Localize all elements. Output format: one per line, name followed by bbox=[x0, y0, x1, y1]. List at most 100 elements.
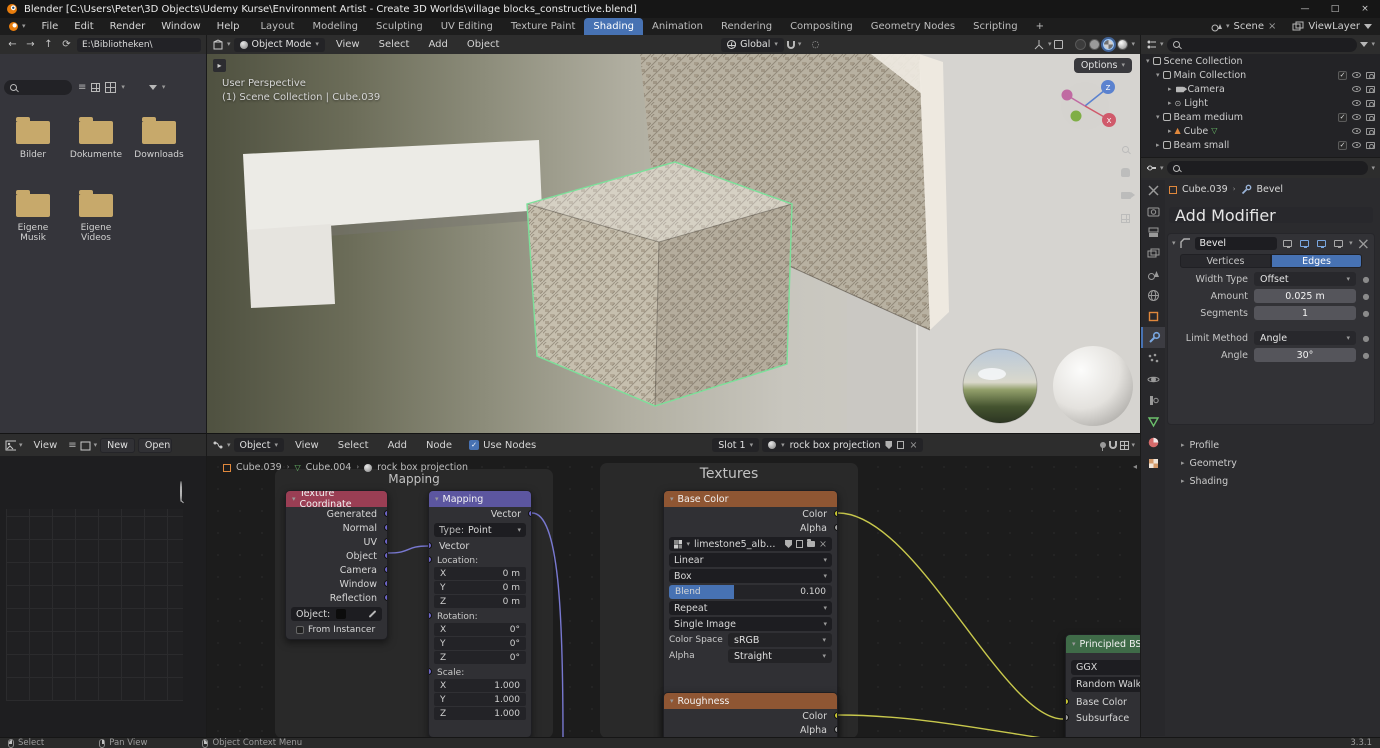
exclude-checkbox[interactable]: ✓ bbox=[1338, 113, 1347, 122]
xray-toggle-icon[interactable] bbox=[1054, 40, 1063, 49]
node-principled-bsdf[interactable]: ▾Principled BSDF GGX▾ Random Walk▾ Base … bbox=[1065, 634, 1140, 737]
subsurface-method-dropdown[interactable]: Random Walk▾ bbox=[1071, 677, 1140, 692]
use-nodes-checkbox[interactable]: ✓ Use Nodes bbox=[469, 440, 536, 451]
tab-texture-paint[interactable]: Texture Paint bbox=[502, 18, 585, 35]
editor-type-icon[interactable] bbox=[212, 39, 224, 51]
exclude-checkbox[interactable]: ✓ bbox=[1338, 71, 1347, 80]
folder-eigene-musik[interactable]: Eigene Musik bbox=[4, 190, 62, 243]
folder-eigene-videos[interactable]: Eigene Videos bbox=[67, 190, 125, 243]
tab-world[interactable] bbox=[1141, 285, 1165, 306]
image-browse-caret[interactable]: ▾ bbox=[94, 442, 98, 449]
viewport-camera-button[interactable] bbox=[1117, 187, 1134, 204]
menu-window[interactable]: Window bbox=[153, 18, 208, 35]
object-picker-field[interactable]: Object: bbox=[291, 607, 382, 621]
snap-icon[interactable] bbox=[1109, 441, 1117, 449]
shading-wireframe-button[interactable] bbox=[1075, 39, 1086, 50]
section-shading[interactable]: ▸Shading bbox=[1181, 476, 1228, 487]
render-toggle-icon[interactable] bbox=[1366, 142, 1375, 149]
socket-alpha-out[interactable] bbox=[834, 524, 838, 531]
hamburger-icon[interactable]: ≡ bbox=[68, 440, 76, 451]
editor-type-icon[interactable] bbox=[1146, 39, 1157, 50]
shading-material-button[interactable] bbox=[1103, 39, 1114, 50]
socket-object[interactable] bbox=[384, 552, 388, 559]
folder-downloads[interactable]: Downloads bbox=[130, 117, 188, 160]
extension-dropdown[interactable]: Repeat▾ bbox=[669, 601, 832, 615]
tab-modeling[interactable]: Modeling bbox=[303, 18, 367, 35]
fb-search-input[interactable] bbox=[4, 80, 72, 95]
hide-eye-icon[interactable] bbox=[1352, 100, 1361, 106]
mode-dropdown[interactable]: Object Mode▾ bbox=[234, 38, 325, 52]
socket-location[interactable] bbox=[428, 556, 432, 563]
shading-caret[interactable]: ▾ bbox=[1131, 41, 1135, 48]
tab-compositing[interactable]: Compositing bbox=[781, 18, 862, 35]
fb-path-input[interactable]: E:\Bibliotheken\ bbox=[77, 38, 201, 52]
tab-particles[interactable] bbox=[1141, 348, 1165, 369]
location-y-field[interactable]: Y0 m bbox=[434, 581, 526, 594]
add-modifier-dropdown[interactable]: Add Modifier bbox=[1169, 207, 1373, 223]
socket-uv[interactable] bbox=[384, 538, 388, 545]
distribution-dropdown[interactable]: GGX▾ bbox=[1071, 660, 1140, 675]
viewlayer-name[interactable]: ViewLayer bbox=[1308, 21, 1360, 32]
outliner-row-main-collection[interactable]: ▾ Main Collection ✓ bbox=[1141, 68, 1380, 82]
maximize-button[interactable]: □ bbox=[1320, 0, 1350, 18]
vp-menu-add[interactable]: Add bbox=[420, 36, 455, 53]
node-texture-coordinate[interactable]: ▾Texture Coordinate Generated Normal UV … bbox=[285, 490, 388, 640]
from-instancer-checkbox[interactable] bbox=[296, 626, 304, 634]
disclosure-caret[interactable]: ▸ bbox=[1168, 100, 1172, 107]
fb-display-caret[interactable]: ▾ bbox=[121, 84, 125, 91]
section-profile[interactable]: ▸Profile bbox=[1181, 440, 1219, 451]
tab-output[interactable] bbox=[1141, 222, 1165, 243]
projection-dropdown[interactable]: Box▾ bbox=[669, 569, 832, 583]
animate-dot[interactable]: ● bbox=[1362, 275, 1370, 284]
amount-field[interactable]: 0.025 m bbox=[1254, 289, 1356, 303]
location-z-field[interactable]: Z0 m bbox=[434, 595, 526, 608]
snap-magnet-icon[interactable] bbox=[787, 41, 795, 49]
interpolation-dropdown[interactable]: Linear▾ bbox=[669, 553, 832, 567]
tab-scene[interactable] bbox=[1141, 264, 1165, 285]
tab-tool[interactable] bbox=[1141, 180, 1165, 201]
hide-eye-icon[interactable] bbox=[1352, 142, 1361, 148]
collapse-caret[interactable]: ▾ bbox=[1072, 641, 1076, 648]
scene-browse-caret[interactable]: ▾ bbox=[1226, 23, 1230, 30]
socket-reflection[interactable] bbox=[384, 594, 388, 601]
from-instancer-row[interactable]: From Instancer bbox=[286, 623, 387, 637]
blend-slider[interactable]: Blend0.100 bbox=[669, 585, 832, 599]
viewport-pan-button[interactable] bbox=[1117, 164, 1134, 181]
snap-caret[interactable]: ▾ bbox=[798, 41, 802, 48]
outliner-row-cube[interactable]: ▸ ▲ Cube ▽ bbox=[1141, 124, 1380, 138]
ie-menu-view[interactable]: View bbox=[26, 437, 66, 454]
fake-user-shield-icon[interactable] bbox=[885, 441, 892, 449]
socket-normal[interactable] bbox=[384, 524, 388, 531]
tab-texture[interactable] bbox=[1141, 453, 1165, 474]
properties-filter-caret[interactable]: ▾ bbox=[1371, 165, 1375, 172]
collapse-caret[interactable]: ▾ bbox=[435, 496, 439, 503]
mapping-type-dropdown[interactable]: Type:Point▾ bbox=[434, 523, 526, 537]
disclosure-caret[interactable]: ▸ bbox=[1156, 142, 1160, 149]
viewport-zoom-button[interactable] bbox=[1117, 141, 1134, 158]
tab-physics[interactable] bbox=[1141, 369, 1165, 390]
tab-add-workspace[interactable]: + bbox=[1027, 18, 1053, 35]
hide-eye-icon[interactable] bbox=[1352, 114, 1361, 120]
modifier-delete-button[interactable]: × bbox=[1357, 234, 1370, 253]
source-dropdown[interactable]: Single Image▾ bbox=[669, 617, 832, 631]
disclosure-caret[interactable]: ▸ bbox=[1168, 128, 1172, 135]
disclosure-caret[interactable]: ▸ bbox=[1168, 86, 1172, 93]
minimize-button[interactable]: — bbox=[1290, 0, 1320, 18]
outliner-row-camera[interactable]: ▸ Camera bbox=[1141, 82, 1380, 96]
menu-edit[interactable]: Edit bbox=[66, 18, 101, 35]
breadcrumb-modifier[interactable]: Bevel bbox=[1257, 184, 1283, 195]
socket-subsurface-in[interactable] bbox=[1065, 714, 1069, 721]
3d-viewport[interactable]: Z X ▾ Object Mode▾ View Select Add Objec… bbox=[207, 35, 1140, 433]
modifier-extras-caret[interactable]: ▾ bbox=[1349, 240, 1353, 247]
socket-rotation[interactable] bbox=[428, 612, 432, 619]
editor-type-caret[interactable]: ▾ bbox=[227, 41, 231, 48]
new-image-button[interactable]: New bbox=[100, 438, 135, 453]
tab-shading[interactable]: Shading bbox=[584, 18, 643, 35]
editor-type-caret[interactable]: ▾ bbox=[19, 442, 23, 449]
outliner-row-scene-collection[interactable]: ▾ Scene Collection bbox=[1141, 54, 1380, 68]
socket-alpha-out[interactable] bbox=[834, 726, 838, 733]
overlay-caret[interactable]: ▾ bbox=[1132, 442, 1136, 449]
hide-eye-icon[interactable] bbox=[1352, 72, 1361, 78]
alpha-mode-dropdown[interactable]: Straight▾ bbox=[728, 649, 832, 663]
outliner-row-beam-medium[interactable]: ▾ Beam medium ✓ bbox=[1141, 110, 1380, 124]
